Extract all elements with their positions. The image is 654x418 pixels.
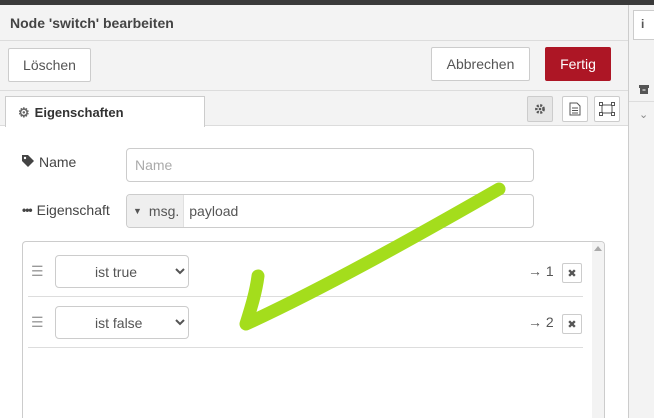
gear-icon <box>535 104 545 114</box>
tag-icon <box>22 154 34 170</box>
gear-icon: ⚙ <box>18 105 30 120</box>
document-icon <box>569 102 581 116</box>
done-button[interactable]: Fertig <box>545 47 611 81</box>
rule-row: ☰ ist true → 1 ✖ <box>28 246 583 297</box>
rules-list: ☰ ist true → 1 ✖ ☰ ist false → 2 ✖ <box>22 241 605 418</box>
close-icon[interactable]: ✖ <box>562 263 582 283</box>
rule-row: ☰ ist false → 2 ✖ <box>28 297 583 348</box>
sidebar-tab-info[interactable]: i <box>633 10 654 40</box>
right-sidebar: i ⌄ <box>628 5 654 418</box>
archive-icon <box>639 85 649 97</box>
close-icon[interactable]: ✖ <box>562 314 582 334</box>
ellipsis-icon: ••• <box>22 203 33 217</box>
scroll-up-icon[interactable] <box>594 246 602 251</box>
chevron-down-icon[interactable]: ⌄ <box>639 108 648 121</box>
tab-bar: ⚙ Eigenschaften <box>0 91 628 127</box>
property-label-wrap: ••• Eigenschaft <box>22 202 126 218</box>
tab-properties[interactable]: ⚙ Eigenschaften <box>5 96 205 127</box>
sidebar-divider <box>629 101 654 102</box>
drag-handle-icon[interactable]: ☰ <box>31 315 44 329</box>
tray-toolbar: Löschen Abbrechen Fertig <box>0 41 628 91</box>
rule-operator-select[interactable]: ist true <box>55 255 189 288</box>
tray-header: Node 'switch' bearbeiten <box>0 5 628 41</box>
rule-operator-select[interactable]: ist false <box>55 306 189 339</box>
node-settings-button[interactable] <box>527 96 553 122</box>
description-button[interactable] <box>562 96 588 122</box>
caret-down-icon: ▼ <box>133 206 142 216</box>
name-label-wrap: Name <box>22 154 126 170</box>
appearance-button[interactable] <box>594 96 620 122</box>
rule-output-label: → 1 <box>528 263 554 279</box>
delete-button[interactable]: Löschen <box>8 48 91 82</box>
name-row: Name <box>22 154 126 170</box>
node-appearance-icon <box>599 102 615 116</box>
property-typed-input: ▼ msg. payload <box>126 194 534 228</box>
name-label: Name <box>39 154 77 170</box>
property-type-label: msg. <box>148 203 180 219</box>
info-icon: i <box>641 17 645 31</box>
property-value-input[interactable]: payload <box>184 203 238 219</box>
rule-output-label: → 2 <box>528 314 554 330</box>
cancel-button[interactable]: Abbrechen <box>431 47 530 81</box>
tray-title: Node 'switch' bearbeiten <box>10 15 174 31</box>
property-row: ••• Eigenschaft <box>22 202 126 218</box>
property-type-select[interactable]: ▼ msg. <box>127 195 185 227</box>
property-label: Eigenschaft <box>36 202 110 218</box>
tab-properties-label: Eigenschaften <box>34 105 124 120</box>
name-input[interactable] <box>126 148 534 182</box>
rules-scrollbar[interactable] <box>592 242 604 418</box>
drag-handle-icon[interactable]: ☰ <box>31 264 44 278</box>
